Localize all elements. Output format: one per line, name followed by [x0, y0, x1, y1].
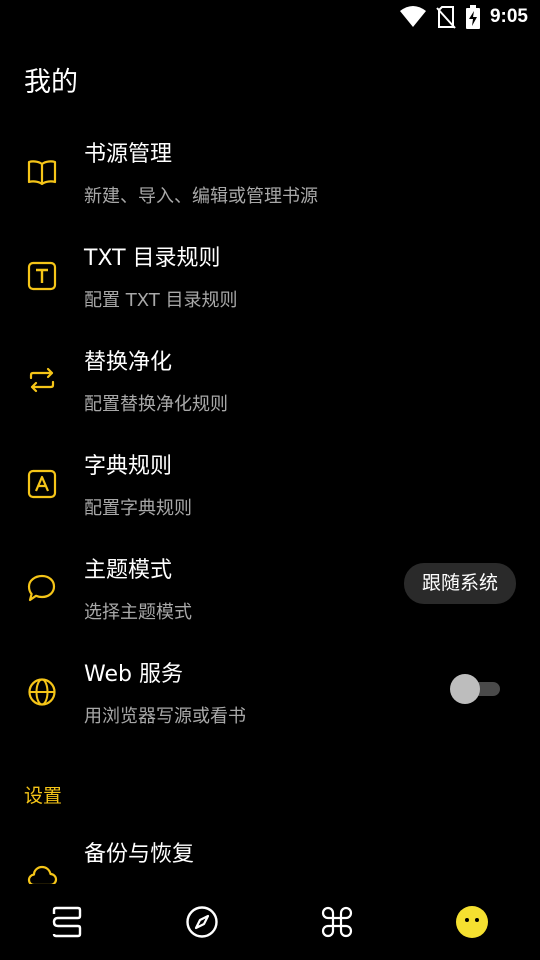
- letter-box-icon: [27, 469, 57, 499]
- globe-icon: [28, 678, 56, 706]
- list-item-book-source[interactable]: 书源管理 新建、导入、编辑或管理书源: [0, 120, 540, 224]
- smiley-icon[interactable]: [453, 903, 491, 941]
- status-bar: 9:05: [0, 0, 540, 36]
- list-item-theme-mode[interactable]: 主题模式 选择主题模式 跟随系统: [0, 536, 540, 640]
- bottom-navigation: [0, 884, 540, 960]
- section-header-settings: 设置: [24, 785, 63, 807]
- status-time: 9:05: [489, 6, 528, 27]
- swap-arrows-icon: [29, 367, 55, 393]
- battery-charging-icon: [465, 5, 480, 29]
- toggle-thumb: [450, 674, 480, 704]
- no-sim-icon: [436, 6, 456, 29]
- compass-icon[interactable]: [183, 903, 221, 941]
- wifi-icon: [399, 6, 426, 27]
- item-title: Web 服务: [84, 662, 183, 687]
- item-title: 书源管理: [84, 142, 173, 167]
- item-subtitle: 选择主题模式: [84, 602, 192, 623]
- item-subtitle: 配置 TXT 目录规则: [84, 290, 238, 311]
- list-item-replace-purify[interactable]: 替换净化 配置替换净化规则: [0, 328, 540, 432]
- item-subtitle: 用浏览器写源或看书: [84, 706, 246, 727]
- apps-icon[interactable]: [318, 903, 356, 941]
- item-subtitle: 新建、导入、编辑或管理书源: [84, 186, 318, 207]
- web-service-toggle[interactable]: [450, 674, 500, 704]
- theme-mode-value-chip[interactable]: 跟随系统: [403, 563, 516, 604]
- item-title: TXT 目录规则: [84, 246, 221, 271]
- settings-list: 书源管理 新建、导入、编辑或管理书源 TXT 目录规则 配置 TXT 目录规则 …: [0, 120, 540, 744]
- item-title: 主题模式: [84, 558, 173, 583]
- list-item-txt-toc-rules[interactable]: TXT 目录规则 配置 TXT 目录规则: [0, 224, 540, 328]
- item-title: 字典规则: [84, 454, 173, 479]
- page-title: 我的: [24, 67, 78, 98]
- list-item-web-service[interactable]: Web 服务 用浏览器写源或看书: [0, 640, 540, 744]
- text-box-icon: [27, 261, 57, 291]
- item-subtitle: 配置字典规则: [84, 498, 192, 519]
- item-title: 备份与恢复: [84, 842, 195, 867]
- item-subtitle: 配置替换净化规则: [84, 394, 228, 415]
- item-title: 替换净化: [84, 350, 173, 375]
- chat-bubble-icon: [27, 574, 56, 602]
- book-open-icon: [27, 160, 57, 186]
- list-item-dictionary-rules[interactable]: 字典规则 配置字典规则: [0, 432, 540, 536]
- bookshelf-icon[interactable]: [48, 903, 86, 941]
